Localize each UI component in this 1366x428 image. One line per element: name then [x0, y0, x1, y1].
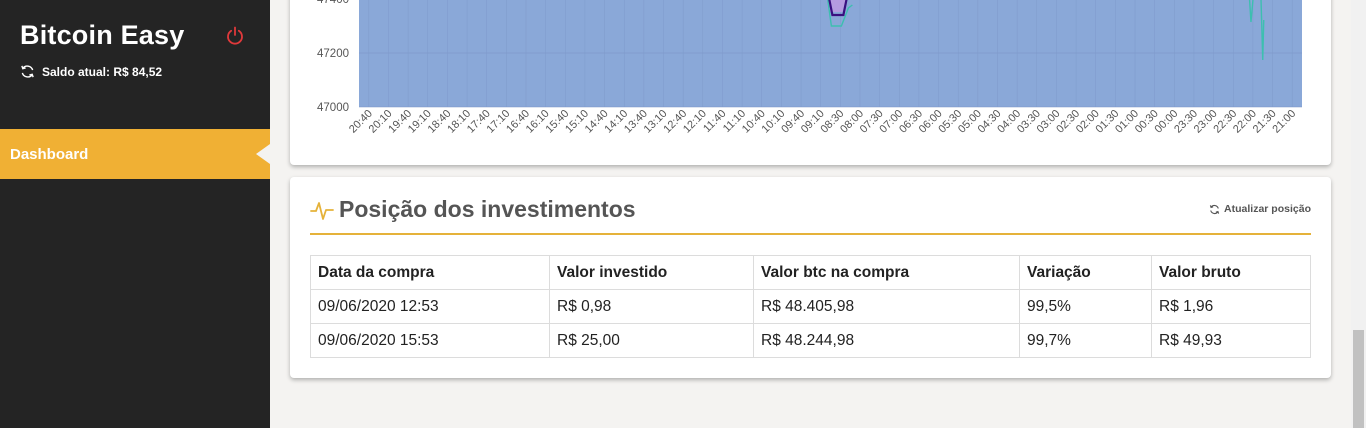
- scrollbar-thumb[interactable]: [1353, 330, 1364, 428]
- power-icon[interactable]: [225, 26, 245, 46]
- investments-card: Posição dos investimentos Atualizar posi…: [290, 177, 1331, 378]
- column-header: Valor bruto: [1151, 255, 1311, 290]
- table-cell: R$ 49,93: [1151, 323, 1311, 358]
- price-chart-card: 47400 47200 47000 20:40 20:10 19:40 19:10 18:40…: [290, 0, 1331, 165]
- refresh-icon[interactable]: [20, 64, 35, 79]
- pulse-icon: [310, 202, 334, 220]
- chart-x-tick-label: 21:00: [1270, 108, 1298, 136]
- table-cell: R$ 0,98: [549, 289, 754, 324]
- table-cell: R$ 1,96: [1151, 289, 1311, 324]
- sidebar-item-dashboard[interactable]: Dashboard: [0, 129, 270, 179]
- chart-y-tick-label: 47400: [317, 0, 349, 6]
- table-cell: 99,5%: [1019, 289, 1152, 324]
- refresh-position-label: Atualizar posição: [1224, 203, 1311, 215]
- table-cell: R$ 48.244,98: [753, 323, 1020, 358]
- column-header: Valor investido: [549, 255, 754, 290]
- table-row: 09/06/2020 12:53 R$ 0,98 R$ 48.405,98 99…: [310, 289, 1311, 324]
- column-header: Data da compra: [310, 255, 550, 290]
- table-cell: 09/06/2020 15:53: [310, 323, 550, 358]
- table-cell: 99,7%: [1019, 323, 1152, 358]
- chart-y-tick-label: 47200: [317, 48, 349, 60]
- sidebar-item-label: Dashboard: [10, 145, 89, 163]
- balance-text: Saldo atual: R$ 84,52: [42, 64, 163, 79]
- column-header: Valor btc na compra: [753, 255, 1020, 290]
- price-chart: 47400472004700020:4020:1019:4019:1018:40…: [317, 0, 1302, 136]
- investments-title: Posição dos investimentos: [339, 196, 636, 222]
- table-header-row: Data da compra Valor investido Valor btc…: [310, 255, 1311, 290]
- table-cell: R$ 48.405,98: [753, 289, 1020, 324]
- refresh-position-button[interactable]: Atualizar posição: [1209, 203, 1311, 215]
- table-row: 09/06/2020 15:53 R$ 25,00 R$ 48.244,98 9…: [310, 323, 1311, 358]
- brand-title: Bitcoin Easy: [20, 20, 185, 50]
- sidebar: Bitcoin Easy Saldo atual: R$ 84,52 Dashb…: [0, 0, 270, 428]
- column-header: Variação: [1019, 255, 1152, 290]
- table-cell: 09/06/2020 12:53: [310, 289, 550, 324]
- table-cell: R$ 25,00: [549, 323, 754, 358]
- balance-display: Saldo atual: R$ 84,52: [20, 64, 162, 79]
- investments-header: Posição dos investimentos Atualizar posi…: [310, 197, 1311, 235]
- refresh-icon: [1209, 204, 1220, 214]
- investments-table: Data da compra Valor investido Valor btc…: [310, 255, 1311, 358]
- page-scrollbar[interactable]: [1351, 0, 1366, 428]
- chart-y-tick-label: 47000: [317, 102, 349, 114]
